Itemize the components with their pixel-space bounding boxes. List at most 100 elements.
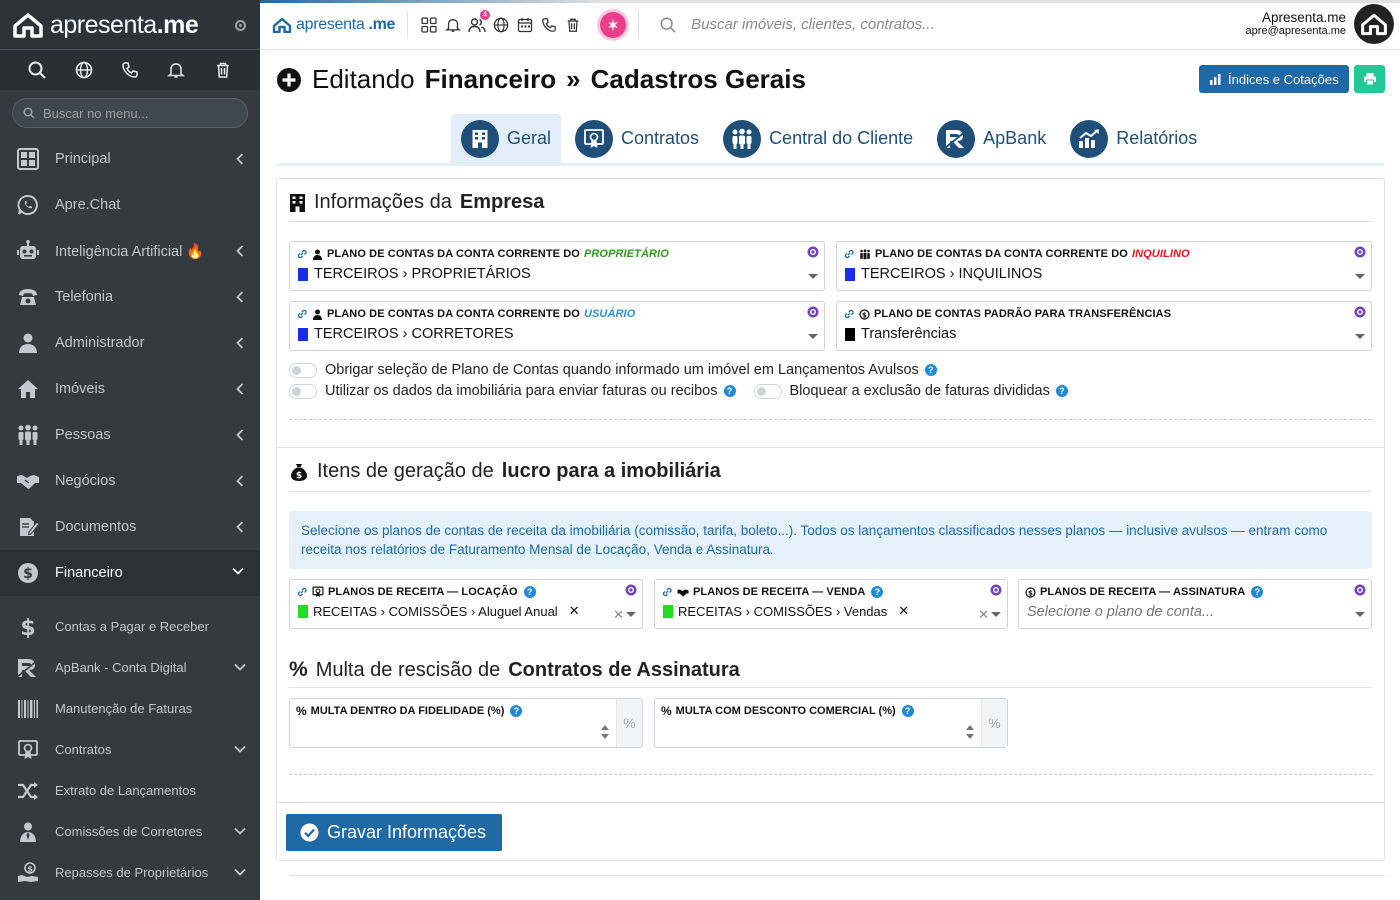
sidebar-subitem-apbank-conta-digital[interactable]: ApBank - Conta Digital [0,647,260,688]
gear-icon[interactable] [625,584,637,596]
caret-down-icon[interactable] [626,612,636,617]
toggle-dados-imobiliaria[interactable]: Utilizar os dados da imobiliária para en… [289,383,1068,399]
phone-icon[interactable] [118,58,142,82]
user-info[interactable]: Apresenta.me apre@apresenta.me [1246,10,1346,37]
divider [290,875,1385,876]
sidebar-subitem-contratos[interactable]: Contratos [0,729,260,770]
sidebar-item-pessoas[interactable]: Pessoas [0,412,260,458]
sidebar-subitem-repasses-de-propriet-rios[interactable]: $ Repasses de Proprietários [0,852,260,893]
sidebar-logo[interactable]: apresenta.me [12,11,199,40]
plano-contas-select[interactable]: $ PLANO DE CONTAS PADRÃO PARA TRANSFERÊN… [836,301,1372,351]
plano-contas-select[interactable]: PLANO DE CONTAS DA CONTA CORRENTE DO USU… [289,301,825,351]
receita-multiselect[interactable]: $ PLANOS DE RECEITA — ASSINATURA? Seleci… [1018,579,1372,629]
toggle-bloquear-exclusao[interactable] [753,383,782,399]
help-icon[interactable]: ? [510,705,523,717]
clear-icon[interactable]: ✕ [978,607,989,623]
tab-contratos[interactable]: Contratos [565,114,709,163]
section-multa-title-light: Multa de rescisão de [315,658,501,681]
sidebar-item-intelig-ncia-artificial[interactable]: Inteligência Artificial 🔥 [0,228,260,274]
gear-icon[interactable] [990,584,1002,596]
globe-icon[interactable] [72,58,96,82]
caret-down-icon[interactable] [808,334,818,339]
tab-relat-rios[interactable]: Relatórios [1060,114,1207,163]
color-swatch [298,604,308,618]
plano-contas-select[interactable]: PLANO DE CONTAS DA CONTA CORRENTE DO PRO… [289,241,825,291]
caret-down-icon[interactable] [991,612,1001,617]
help-icon[interactable]: ? [924,364,937,376]
plano-contas-select[interactable]: PLANO DE CONTAS DA CONTA CORRENTE DO INQ… [836,241,1372,291]
gear-icon[interactable] [1354,306,1366,318]
calendar-icon[interactable] [516,16,534,34]
toggle-switch[interactable] [289,383,317,399]
sidebar-item-financeiro[interactable]: $ Financeiro [0,550,260,596]
link-icon [297,249,307,259]
indices-cotacoes-button[interactable]: Índices e Cotações [1199,65,1349,93]
sidebar-item-apre-chat[interactable]: Apre.Chat [0,182,260,228]
apps-grid-icon[interactable] [420,16,438,34]
print-button[interactable] [1354,65,1385,93]
sidebar-item-im-veis[interactable]: Imóveis [0,366,260,412]
sidebar-item-neg-cios[interactable]: Negócios [0,458,260,504]
help-icon[interactable]: ? [523,586,536,598]
users-icon[interactable]: 4 [468,9,491,34]
multa-percent-input[interactable]: % MULTA COM DESCONTO COMERCIAL (%)? % [654,698,1008,748]
receita-multiselect[interactable]: PLANOS DE RECEITA — VENDA? RECEITAS › CO… [654,579,1008,629]
topbar-logo[interactable]: apresenta .me [272,16,395,34]
help-icon[interactable]: ? [871,586,884,598]
toggle-switch[interactable] [289,362,317,378]
sidebar-item-label: Apre.Chat [55,197,121,213]
indices-button-label: Índices e Cotações [1228,71,1339,87]
clients-icon [723,119,762,158]
receita-multiselect[interactable]: PLANOS DE RECEITA — LOCAÇÃO? RECEITAS › … [289,579,643,629]
clear-icon[interactable]: ✕ [613,607,624,623]
divider [277,802,1384,803]
gear-icon[interactable] [807,246,819,258]
gear-icon[interactable] [1354,584,1366,596]
caret-down-icon[interactable] [1355,612,1365,617]
sidebar-item-principal[interactable]: Principal [0,136,260,182]
tab-central-do-cliente[interactable]: Central do Cliente [713,114,923,163]
gear-icon[interactable] [807,306,819,318]
caret-down-icon[interactable] [808,274,818,279]
caret-down-icon[interactable] [1355,274,1365,279]
search-icon[interactable] [25,58,49,82]
remove-tag-icon[interactable]: ✕ [898,603,909,619]
bell-icon[interactable] [164,58,188,82]
sidebar-item-telefonia[interactable]: Telefonia [0,274,260,320]
sidebar-subitem-manuten-o-de-faturas[interactable]: Manutenção de Faturas [0,688,260,729]
sidebar-item-documentos[interactable]: Documentos [0,504,260,550]
sidebar-item-label: Telefonia [55,289,114,305]
sidebar-subitem-comiss-es-de-corretores[interactable]: Comissões de Corretores [0,811,260,852]
trash-icon[interactable] [211,58,235,82]
help-icon[interactable]: ? [1251,586,1264,598]
toggle-obrigar-plano[interactable]: Obrigar seleção de Plano de Contas quand… [289,362,937,378]
multa-percent-input[interactable]: % MULTA DENTRO DA FIDELIDADE (%)? % [289,698,643,748]
help-icon[interactable]: ? [901,705,914,717]
sidebar-subitem-contas-a-pagar-e-receber[interactable]: $ Contas a Pagar e Receber [0,606,260,647]
globe-icon[interactable] [492,16,510,34]
tab-apbank[interactable]: ApBank [927,114,1056,163]
chevron-left-icon [236,521,244,533]
phone-icon[interactable] [540,16,558,34]
number-spinner-icon[interactable] [600,723,610,741]
sidebar-subitem-label: ApBank - Conta Digital [55,660,187,675]
ai-assistant-icon[interactable] [600,11,627,38]
number-spinner-icon[interactable] [965,723,975,741]
field-label-text: PLANO DE CONTAS DA CONTA CORRENTE DO [327,248,580,260]
sidebar-subitem-extrato-de-lan-amentos[interactable]: Extrato de Lançamentos [0,770,260,811]
svg-text:$: $ [1028,589,1033,597]
avatar[interactable] [1354,4,1394,44]
save-button[interactable]: Gravar Informações [286,814,503,851]
gear-icon[interactable] [1354,246,1366,258]
help-icon[interactable]: ? [1055,385,1068,397]
global-search-input[interactable] [691,16,1172,33]
trash-icon[interactable] [564,16,582,34]
help-icon[interactable]: ? [723,385,736,397]
remove-tag-icon[interactable]: ✕ [569,603,580,619]
caret-down-icon[interactable] [1355,334,1365,339]
tab-geral[interactable]: Geral [451,114,562,163]
sidebar-search-input[interactable]: Buscar no menu... [12,98,248,128]
sidebar-toggle-icon[interactable] [235,20,246,31]
bell-icon[interactable] [444,16,462,34]
sidebar-item-administrador[interactable]: Administrador [0,320,260,366]
